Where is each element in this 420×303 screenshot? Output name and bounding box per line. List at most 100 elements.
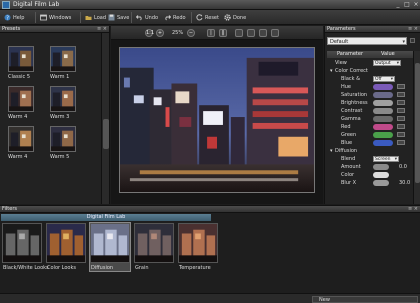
redo-button[interactable]: Redo [162, 12, 188, 23]
preset-item[interactable]: Warm 4 [8, 126, 34, 160]
filter-item[interactable]: Grain [134, 223, 174, 271]
group-color-correct[interactable]: ▾ Color Correct [327, 67, 413, 75]
windows-button[interactable]: Windows [38, 12, 73, 23]
zoom-out-icon[interactable]: − [187, 29, 195, 37]
column-value: Value [381, 51, 395, 57]
view-select[interactable]: Output ▾ [373, 60, 401, 66]
preset-thumbnail [50, 126, 76, 152]
saturation-value-box[interactable] [397, 92, 405, 97]
load-button[interactable]: Load [83, 12, 108, 23]
param-name: Blue [341, 140, 353, 146]
done-button[interactable]: Done [222, 12, 248, 23]
redo-label: Redo [173, 14, 186, 21]
reset-button[interactable]: Reset [194, 12, 221, 23]
contrast-slider[interactable] [373, 108, 393, 114]
windows-label: Windows [49, 14, 72, 21]
param-row-blurx: Blur X 30.0 [327, 179, 413, 187]
filter-thumbnail [2, 223, 42, 263]
black-select[interactable]: Off ▾ [373, 76, 395, 82]
param-name: Green [341, 132, 357, 138]
green-value-box[interactable] [397, 132, 405, 137]
gamma-slider[interactable] [373, 116, 393, 122]
parameter-preset-select[interactable]: Default ▾ [327, 37, 407, 45]
zoom-in-icon[interactable]: + [156, 29, 164, 37]
zoom-level: 25% [172, 30, 184, 36]
toolbar-divider [35, 12, 36, 23]
title-bar: Digital Film Lab _ □ × [0, 0, 420, 10]
preset-item[interactable]: Warm 1 [50, 46, 76, 80]
red-slider[interactable] [373, 124, 393, 130]
gamma-value-box[interactable] [397, 116, 405, 121]
viewer-toolbar: 1:1 + 25% − | ‖ [111, 26, 323, 40]
blue-value-box[interactable] [397, 140, 405, 145]
preset-label: Warm 4 [8, 114, 28, 120]
parameters-scrollbar[interactable] [413, 51, 420, 204]
hue-slider[interactable] [373, 84, 393, 90]
save-button[interactable]: Save [106, 12, 131, 23]
preset-item[interactable]: Warm 3 [50, 86, 76, 120]
chevron-down-icon: ▾ [402, 39, 405, 45]
collapse-icon: ▾ [330, 148, 333, 154]
view-mode-2-icon[interactable] [247, 29, 255, 37]
panel-menu-icon[interactable]: ≡ × [97, 26, 107, 33]
contrast-value-box[interactable] [397, 108, 405, 113]
scrollbar-thumb[interactable] [415, 63, 420, 183]
view-mode-4-icon[interactable] [271, 29, 279, 37]
brightness-value-box[interactable] [397, 100, 405, 105]
filter-thumbnail [134, 223, 174, 263]
photo-canvas[interactable] [119, 47, 315, 193]
param-name: Brightness [341, 100, 368, 106]
preset-item[interactable]: Classic 5 [8, 46, 34, 80]
param-row-gamma: Gamma [327, 115, 413, 123]
param-name: Gamma [341, 116, 361, 122]
filters-title: Filters [2, 206, 17, 212]
blur-x-value[interactable]: 30.0 [399, 179, 410, 187]
presets-scrollbar[interactable] [101, 33, 109, 204]
column-parameter: Parameter [337, 51, 364, 57]
fit-button[interactable]: 1:1 [145, 29, 154, 37]
filter-item[interactable]: Black/White Looks [2, 223, 49, 271]
maximize-button[interactable]: □ [403, 1, 411, 9]
help-button[interactable]: ? Help [2, 12, 26, 23]
filter-thumbnail [178, 223, 218, 263]
param-name: Saturation [341, 92, 368, 98]
blue-slider[interactable] [373, 140, 393, 146]
panel-menu-icon[interactable]: ≡ × [408, 26, 418, 33]
amount-slider[interactable] [373, 164, 389, 170]
group-label: Diffusion [335, 148, 358, 154]
saturation-slider[interactable] [373, 92, 393, 98]
blur-x-slider[interactable] [373, 180, 389, 186]
amount-value[interactable]: 0.0 [399, 163, 407, 171]
image-viewer: 1:1 + 25% − | ‖ [111, 26, 323, 204]
close-button[interactable]: × [412, 1, 420, 9]
save-preset-icon[interactable] [410, 38, 415, 43]
group-diffusion[interactable]: ▾ Diffusion [327, 147, 413, 155]
view-mode-1-icon[interactable] [235, 29, 243, 37]
scrollbar-thumb[interactable] [103, 119, 109, 149]
side-by-side-icon[interactable]: ‖ [219, 29, 227, 37]
blend-select[interactable]: Screen ▾ [373, 156, 399, 162]
view-mode-3-icon[interactable] [259, 29, 267, 37]
reset-icon [196, 14, 203, 21]
minimize-button[interactable]: _ [394, 1, 402, 9]
filter-item[interactable]: Diffusion [89, 222, 131, 272]
color-swatch[interactable] [373, 172, 389, 178]
param-name: Blend [341, 156, 356, 162]
filter-item[interactable]: Temperature [178, 223, 218, 271]
preset-item[interactable]: Warm 5 [50, 126, 76, 160]
filter-item[interactable]: Color Looks [46, 223, 86, 271]
split-view-icon[interactable]: | [207, 29, 215, 37]
filter-category-tab[interactable]: Digital Film Lab [1, 214, 211, 221]
param-row-view: View Output ▾ [327, 59, 413, 67]
panel-menu-icon[interactable]: ≡ × [408, 206, 418, 213]
hue-value-box[interactable] [397, 84, 405, 89]
redo-icon [164, 14, 171, 21]
reset-label: Reset [205, 14, 219, 21]
brightness-slider[interactable] [373, 100, 393, 106]
undo-button[interactable]: Undo [134, 12, 160, 23]
red-value-box[interactable] [397, 124, 405, 129]
green-slider[interactable] [373, 132, 393, 138]
filter-thumbnail [90, 223, 130, 263]
main-toolbar: ? Help Windows Load Save Undo Redo Reset… [0, 10, 420, 25]
preset-item[interactable]: Warm 4 [8, 86, 34, 120]
